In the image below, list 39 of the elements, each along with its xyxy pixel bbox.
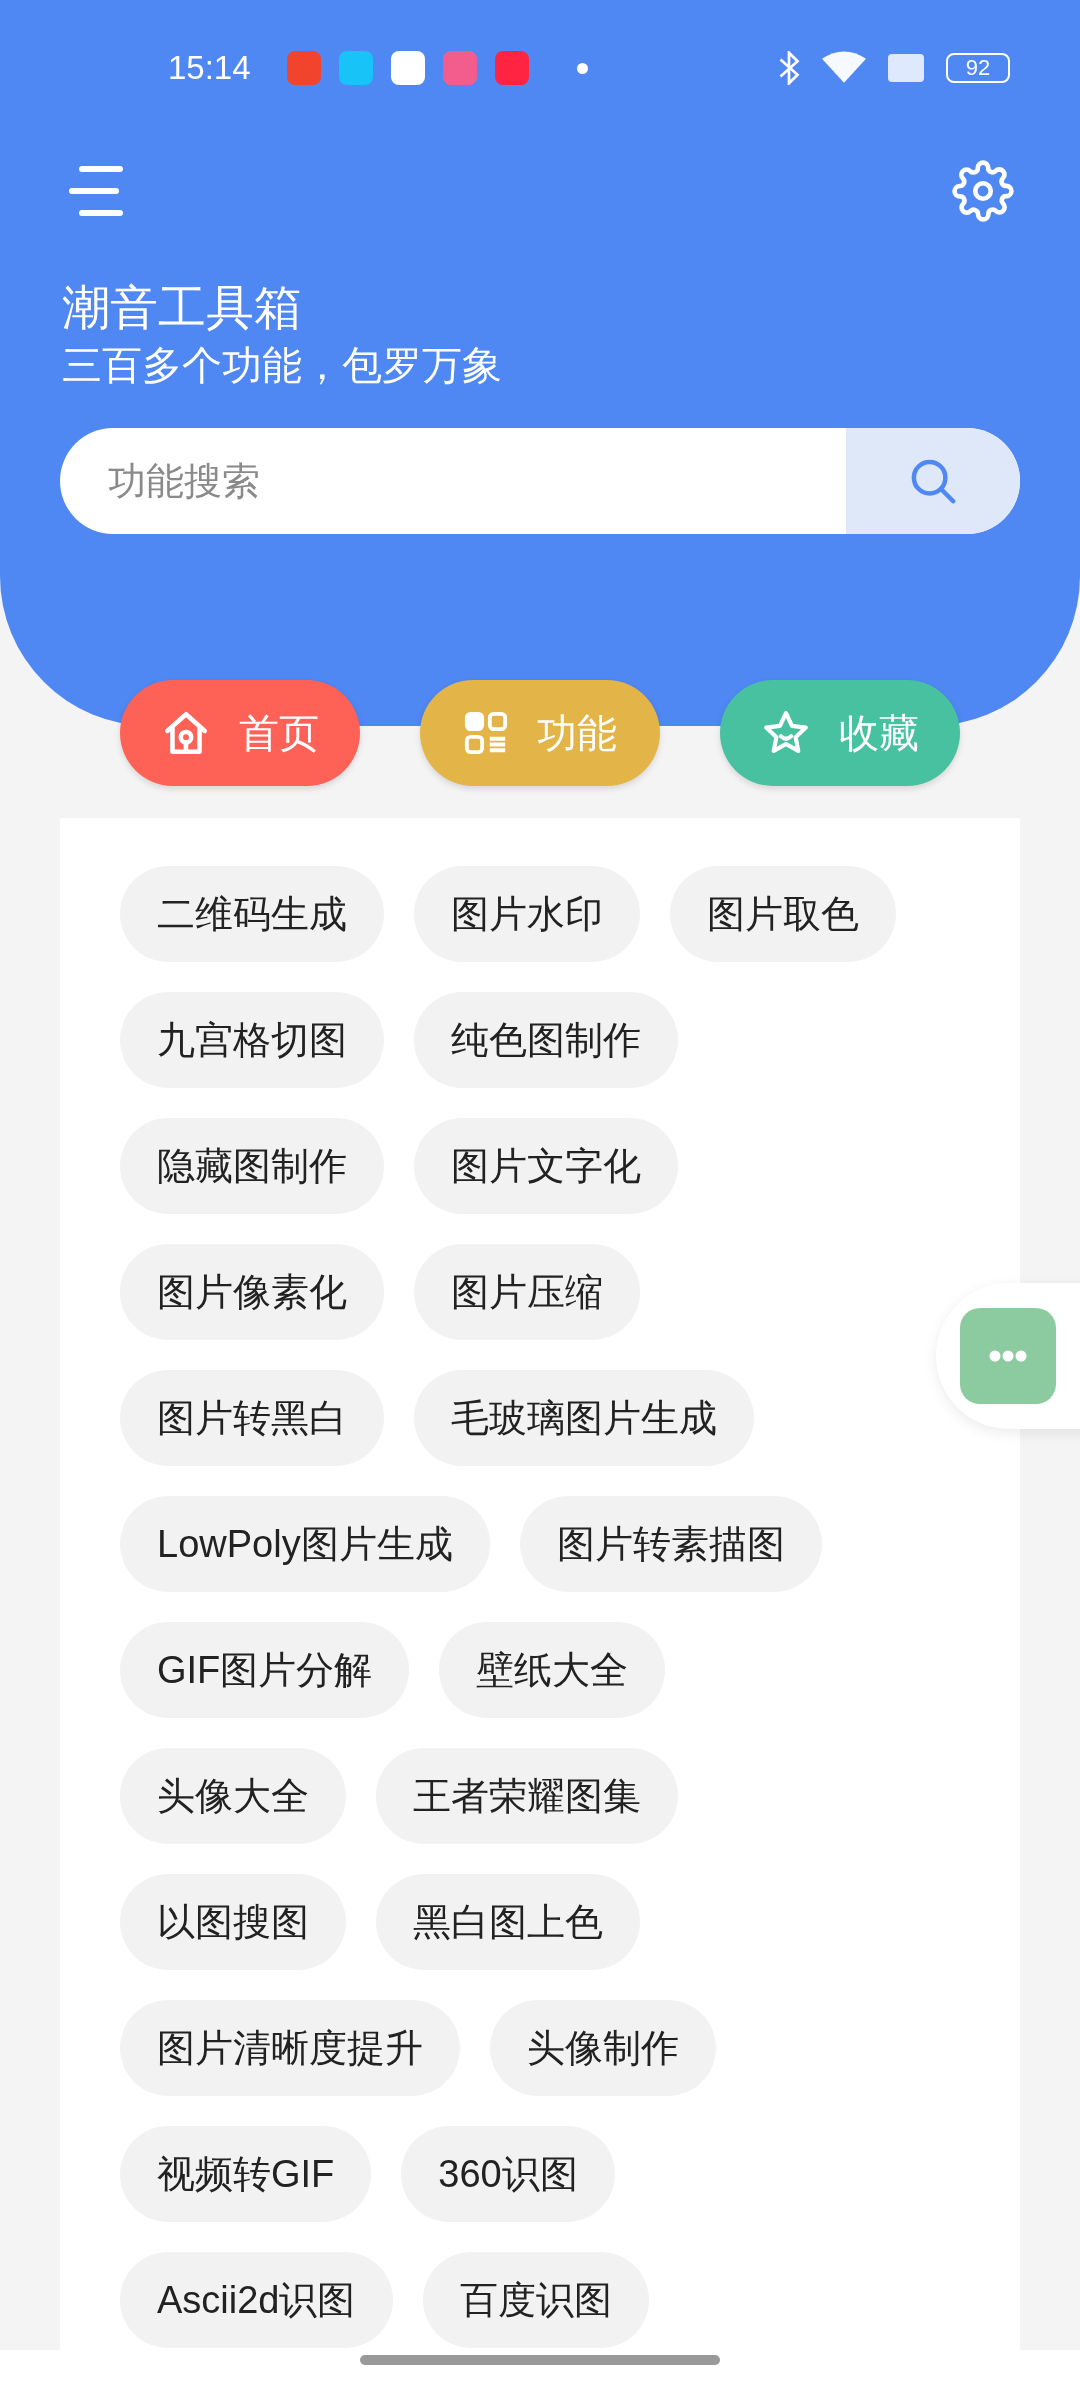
- feature-chip[interactable]: 图片压缩: [414, 1244, 640, 1340]
- search-field[interactable]: 功能搜索: [60, 428, 846, 534]
- feature-chip[interactable]: 头像制作: [490, 2000, 716, 2096]
- bluetooth-icon: [778, 51, 800, 85]
- settings-icon[interactable]: [952, 160, 1014, 222]
- feature-chip[interactable]: 以图搜图: [120, 1874, 346, 1970]
- grid-icon: [463, 710, 509, 756]
- feature-chip[interactable]: 图片转黑白: [120, 1370, 384, 1466]
- search-button[interactable]: [846, 428, 1020, 534]
- feature-chip[interactable]: 二维码生成: [120, 866, 384, 962]
- feature-chip[interactable]: 百度识图: [422, 2252, 649, 2348]
- battery-indicator: 92: [946, 53, 1010, 83]
- more-icon: [989, 1350, 1027, 1362]
- feature-chip[interactable]: 图片清晰度提升: [120, 2000, 460, 2096]
- feature-chip[interactable]: 黑白图上色: [376, 1874, 640, 1970]
- feature-chip[interactable]: 360识图: [401, 2126, 615, 2222]
- feature-chip[interactable]: 壁纸大全: [439, 1622, 666, 1718]
- app-title: 潮音工具箱: [62, 280, 303, 336]
- feature-chip[interactable]: GIF图片分解: [120, 1622, 410, 1718]
- feature-chip[interactable]: 九宫格切图: [120, 992, 384, 1088]
- more-button[interactable]: [960, 1308, 1056, 1404]
- status-time: 15:14: [168, 48, 251, 89]
- feature-chip[interactable]: 隐藏图制作: [120, 1118, 384, 1214]
- feature-chip[interactable]: 图片取色: [670, 866, 896, 962]
- feature-chip[interactable]: Ascii2d识图: [120, 2252, 393, 2348]
- feature-chip[interactable]: LowPoly图片生成: [120, 1496, 490, 1592]
- feature-chip[interactable]: 图片转素描图: [519, 1496, 822, 1592]
- feature-chip[interactable]: 视频转GIF: [120, 2126, 372, 2222]
- feature-chip[interactable]: 头像大全: [120, 1748, 346, 1844]
- search-bar[interactable]: 功能搜索: [60, 428, 1020, 534]
- feature-chip[interactable]: 王者荣耀图集: [376, 1748, 678, 1844]
- feature-chip[interactable]: 图片像素化: [120, 1244, 384, 1340]
- menu-icon[interactable]: [66, 165, 126, 217]
- feature-chip[interactable]: 毛玻璃图片生成: [414, 1370, 754, 1466]
- feature-chip[interactable]: 图片文字化: [414, 1118, 678, 1214]
- feature-chip[interactable]: 图片水印: [414, 866, 640, 962]
- feature-chip[interactable]: 纯色图制作: [414, 992, 678, 1088]
- app-subtitle: 三百多个功能，包罗万象: [62, 342, 503, 389]
- wifi-icon: [822, 51, 866, 85]
